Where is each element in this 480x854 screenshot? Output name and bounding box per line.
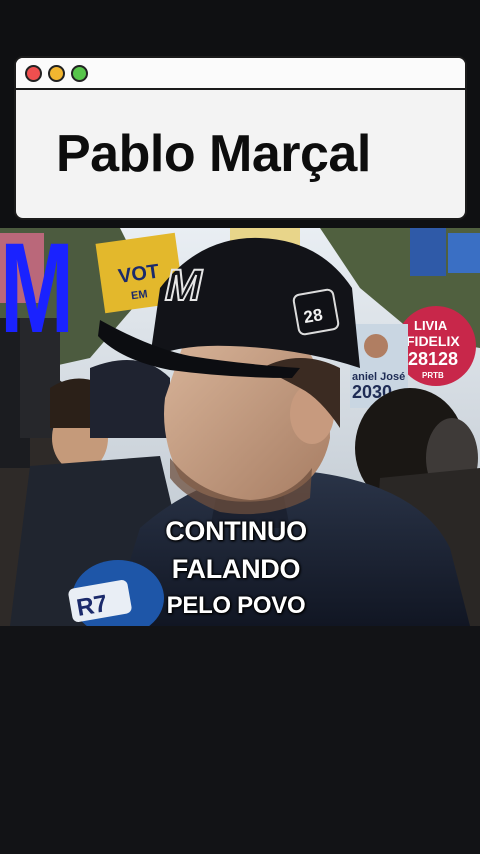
candidate-number-text: 28128 [408,349,458,369]
page-title: Pablo Marçal [56,125,371,183]
blue-flag-1 [410,228,446,276]
blue-flag-2 [448,233,480,273]
mic-label-text: R7 [75,590,110,622]
window-title-bar [16,58,465,90]
bystander-cap-back [90,360,170,438]
title-window-card: Pablo Marçal [14,56,467,220]
close-dot-icon[interactable] [25,64,42,82]
caption-line-3: PELO POVO [166,592,306,619]
channel-logo-letter: M [0,228,74,336]
cap-badge-number: 28 [302,305,324,327]
window-body: Pablo Marçal [16,90,465,218]
bottom-background [0,626,480,854]
video-frame[interactable]: VOT EM LIVIA FIDELIX 28128 PRTB aniel Jo… [0,228,480,626]
candidate-party-text: PRTB [422,371,444,380]
vote-sign-subtext: EM [130,288,148,302]
sign-portrait [364,334,388,358]
caption-line-2: FALANDO [171,554,301,584]
candidate-surname-text: FIDELIX [406,333,460,349]
candidate-name-text: LIVIA [414,318,448,333]
maximize-dot-icon[interactable] [71,64,88,82]
minimize-dot-icon[interactable] [48,64,65,82]
channel-logo-m: M [0,228,74,336]
caption-line-1: CONTINUO [165,516,307,546]
